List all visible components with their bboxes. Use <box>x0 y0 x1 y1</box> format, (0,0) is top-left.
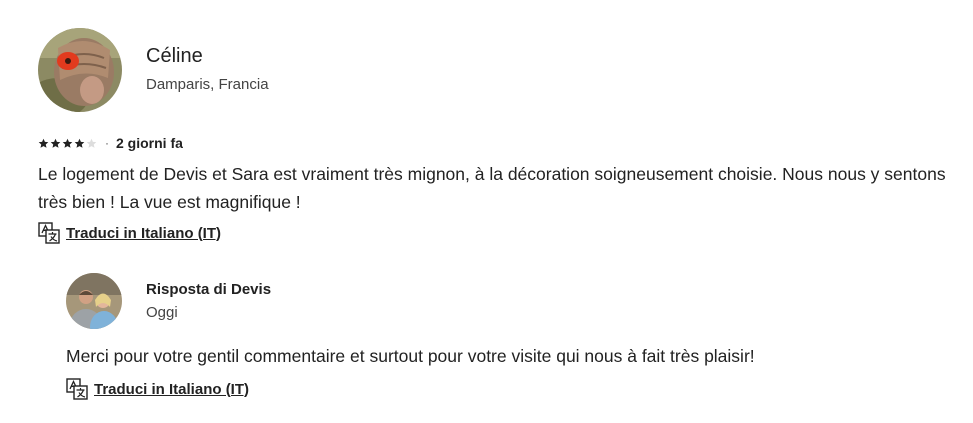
star-icon <box>38 138 49 148</box>
star-icon <box>86 138 97 148</box>
translate-review-label[interactable]: Traduci in Italiano (IT) <box>66 225 221 242</box>
separator-dot: · <box>105 136 109 150</box>
host-avatar[interactable] <box>66 273 122 329</box>
translate-icon <box>66 378 88 400</box>
reviewer-avatar[interactable] <box>38 28 122 112</box>
star-icon <box>62 138 73 148</box>
translate-icon <box>38 222 60 244</box>
review-date: 2 giorni fa <box>116 135 183 151</box>
translate-review-link[interactable]: Traduci in Italiano (IT) <box>38 222 221 244</box>
star-icon <box>74 138 85 148</box>
translate-response-label[interactable]: Traduci in Italiano (IT) <box>94 381 249 398</box>
review-text: Le logement de Devis et Sara est vraimen… <box>38 164 946 212</box>
response-date: Oggi <box>146 304 178 321</box>
response-text: Merci pour votre gentil commentaire et s… <box>66 346 755 366</box>
star-rating <box>38 138 97 149</box>
response-title: Risposta di Devis <box>146 281 272 298</box>
rating-row: · 2 giorni fa <box>38 134 183 152</box>
reviewer-name: Céline <box>146 45 203 67</box>
translate-response-link[interactable]: Traduci in Italiano (IT) <box>66 378 249 400</box>
reviewer-location: Damparis, Francia <box>146 76 269 93</box>
star-icon <box>50 138 61 148</box>
